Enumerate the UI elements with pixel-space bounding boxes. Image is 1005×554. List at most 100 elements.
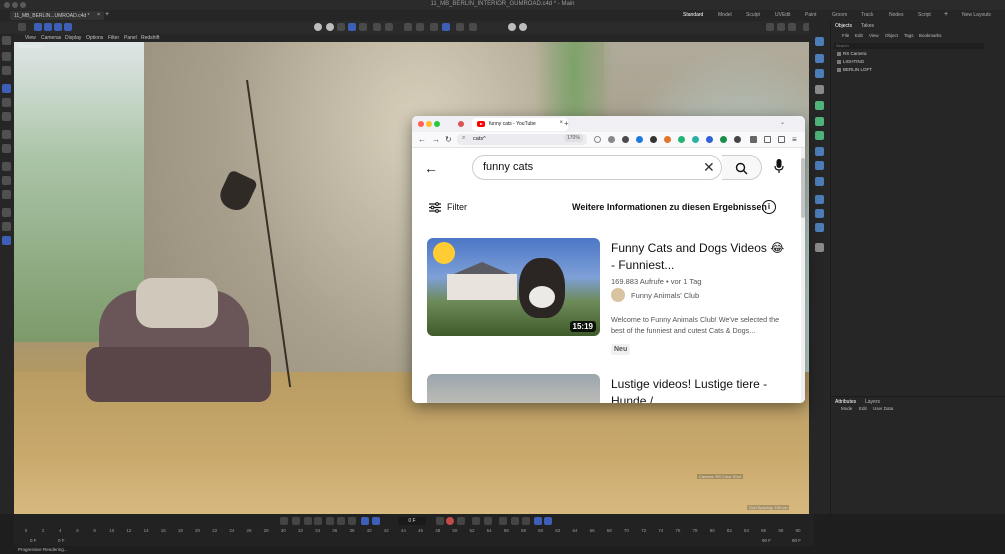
prev-frame-icon[interactable] [304,517,312,525]
mode-icon[interactable] [34,23,42,31]
info-icon[interactable]: i [762,200,776,214]
extension-icon[interactable] [636,136,643,143]
video-title[interactable]: Lustige videos! Lustige tiere - Hunde / … [611,376,791,403]
render-view-icon[interactable] [788,23,796,31]
viewport-menu-display[interactable]: Display [65,35,81,41]
paint-icon[interactable] [2,162,11,171]
reload-icon[interactable]: ↻ [445,135,452,144]
browser-maximize-button[interactable] [434,121,440,127]
search-button[interactable] [722,155,762,180]
magnet-icon[interactable] [416,23,424,31]
deformer-icon[interactable] [815,131,824,140]
play-icon[interactable] [314,517,322,525]
live-select-icon[interactable] [2,66,11,75]
text-icon[interactable] [815,85,824,94]
browser-window[interactable]: funny cats - YouTube × + ⌄ ← → ↻ ⌕ cats^… [412,116,805,403]
close-icon[interactable]: × [559,120,563,126]
objects-menu-tags[interactable]: Tags [904,33,914,38]
clear-icon[interactable]: ✕ [703,159,715,176]
settings-icon[interactable] [519,23,527,31]
extrude-icon[interactable] [2,144,11,153]
object-row[interactable]: LIGHTING [837,59,864,64]
preview-end-field[interactable]: 90 F [762,538,771,543]
scale-icon[interactable] [2,112,11,121]
timeline-ruler[interactable]: 0 2 4 6 8 10 12 14 16 18 20 22 24 26 28 30 32 34 36 38 40 42 4… [20,528,810,536]
extension-icon[interactable] [734,136,741,143]
viewport-menu-panel[interactable]: Panel [124,35,137,41]
attributes-menu-edit[interactable]: Edit [859,406,867,411]
layout-uvedit[interactable]: UVEdit [775,12,791,18]
key-icon[interactable] [499,517,507,525]
brush-icon[interactable] [2,190,11,199]
mode-icon[interactable] [54,23,62,31]
filter-icon[interactable] [429,202,441,213]
viewport-menu-cameras[interactable]: Cameras [41,35,61,41]
knife-icon[interactable] [2,130,11,139]
menu-icon[interactable]: ≡ [792,135,797,144]
render-view-icon[interactable] [766,23,774,31]
document-tab[interactable]: 11_MB_BERLIN...UMROAD.c4d * × [10,11,104,20]
zoom-level[interactable]: 170% [564,134,583,142]
share-icon[interactable] [778,136,785,143]
tag-icon[interactable] [815,243,824,252]
snap-icon[interactable] [373,23,381,31]
layout-script[interactable]: Script [918,12,931,18]
environment-icon[interactable] [815,195,824,204]
puzzle-icon[interactable] [750,136,757,143]
render-view-icon[interactable] [777,23,785,31]
attributes-menu-user-data[interactable]: User Data [873,406,893,411]
grid-icon[interactable] [469,23,477,31]
end-frame-field[interactable]: 90 F [792,538,801,543]
tab-attributes[interactable]: Attributes [835,399,856,405]
cube-icon[interactable] [815,37,824,46]
back-icon[interactable]: ← [418,135,426,144]
spline-icon[interactable] [2,222,11,231]
viewport-menu-filter[interactable]: Filter [108,35,119,41]
mode-icon[interactable] [64,23,72,31]
pen-icon[interactable] [2,208,11,217]
layout-nodes[interactable]: Nodes [889,12,903,18]
objects-menu-edit[interactable]: Edit [855,33,863,38]
sidebar-icon[interactable] [764,136,771,143]
extension-icon[interactable] [678,136,685,143]
key-icon[interactable] [534,517,542,525]
forward-icon[interactable]: → [432,135,440,144]
first-frame-icon[interactable] [280,517,288,525]
video-thumbnail[interactable] [427,374,600,403]
start-frame-field[interactable]: 0 F [30,538,37,543]
tab-takes[interactable]: Takes [861,23,874,29]
render-icon[interactable] [326,23,334,31]
mode-icon[interactable] [44,23,52,31]
chevron-down-icon[interactable]: ⌄ [780,119,785,126]
preview-start-field[interactable]: 0 F [58,538,65,543]
grid-icon[interactable] [442,23,450,31]
current-frame-field[interactable]: 0 F [398,517,426,525]
extension-icon[interactable] [664,136,671,143]
grid-icon[interactable] [456,23,464,31]
extension-icon[interactable] [706,136,713,143]
generator-icon[interactable] [815,101,824,110]
shading-icon[interactable] [359,23,367,31]
close-icon[interactable]: × [97,12,100,18]
object-row[interactable]: BERLIN LOFT [837,67,872,72]
browser-close-button[interactable] [418,121,424,127]
autokey-icon[interactable] [457,517,465,525]
layout-groom[interactable]: Groom [832,12,847,18]
page-scrollbar[interactable] [801,148,805,403]
sculpt-icon[interactable] [2,176,11,185]
nurbs-icon[interactable] [815,69,824,78]
video-thumbnail[interactable]: 15:19 [427,238,600,336]
extension-icon[interactable] [622,136,629,143]
tab-layers[interactable]: Layers [865,399,880,405]
objects-search-input[interactable]: Search [834,43,984,49]
array-icon[interactable] [815,117,824,126]
tab-overview-icon[interactable] [458,121,464,127]
redshift-icon[interactable] [2,236,11,245]
scrollbar-thumb[interactable] [801,158,805,218]
layout-sculpt[interactable]: Sculpt [746,12,760,18]
shield-icon[interactable] [594,136,601,143]
extension-icon[interactable] [720,136,727,143]
extension-icon[interactable] [608,136,615,143]
layout-model[interactable]: Model [718,12,732,18]
browser-tab-youtube[interactable]: funny cats - YouTube × [472,118,568,131]
